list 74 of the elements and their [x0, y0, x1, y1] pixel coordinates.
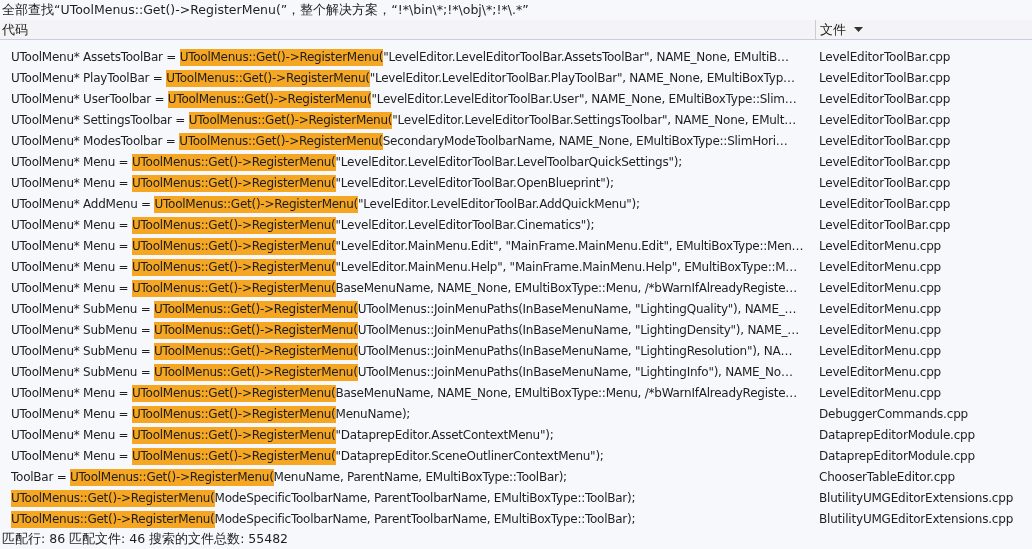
file-cell-text: DataprepEditorModule.cpp	[818, 448, 975, 463]
code-line: UToolMenu* Menu = UToolMenus::Get()->RegisterMenu("LevelEditor.LevelEditorToolBar.LevelToolbarQuickSettings");	[10, 154, 683, 169]
code-line: UToolMenus::Get()->RegisterMenu(ModeSpecificToolbarName, ParentToolbarName, EMultiBoxType::ToolBar);	[10, 490, 637, 505]
search-title: 全部查找“UToolMenus::Get()->RegisterMenu(”，整个解决方案，“!*\bin\*;!*\obj\*;!*\.*”	[1, 1, 530, 19]
code-line: UToolMenu* SubMenu = UToolMenus::Get()->RegisterMenu(UToolMenus::JoinMenuPaths(InBaseMenuName, "LightingQuality"), NAME_…	[10, 301, 798, 316]
file-cell-text: BlutilityUMGEditorExtensions.cpp	[818, 511, 1014, 526]
match-highlight: UToolMenus::Get()->RegisterMenu(	[70, 468, 274, 486]
match-highlight: UToolMenus::Get()->RegisterMenu(	[154, 363, 358, 381]
file-cell-text: LevelEditorMenu.cpp	[818, 280, 941, 295]
code-line: UToolMenu* AddMenu = UToolMenus::Get()->RegisterMenu("LevelEditor.LevelEditorToolBar.AddQuickMenu");	[10, 196, 641, 211]
code-line: UToolMenus::Get()->RegisterMenu(ModeSpecificToolbarName, ParentToolbarName, EMultiBoxType::ToolBar);	[10, 511, 637, 526]
file-cell-text: LevelEditorMenu.cpp	[818, 322, 941, 337]
file-cell-text: ChooserTableEditor.cpp	[818, 469, 955, 484]
match-highlight: UToolMenus::Get()->RegisterMenu(	[154, 195, 358, 213]
match-highlight: UToolMenus::Get()->RegisterMenu(	[154, 300, 358, 318]
file-cell-text: LevelEditorMenu.cpp	[818, 238, 941, 253]
match-highlight: UToolMenus::Get()->RegisterMenu(	[11, 489, 215, 507]
column-header[interactable]: 代码	[0, 20, 815, 39]
file-cell-text: LevelEditorToolBar.cpp	[818, 154, 951, 169]
file-cell-text: LevelEditorMenu.cpp	[818, 301, 941, 316]
code-line: UToolMenu* Menu = UToolMenus::Get()->RegisterMenu(BaseMenuName, NAME_None, EMultiBoxType::Menu, /*bWarnIfAlreadyRegiste…	[10, 280, 799, 295]
match-highlight: UToolMenus::Get()->RegisterMenu(	[132, 426, 336, 444]
code-line: UToolMenu* ModesToolbar = UToolMenus::Get()->RegisterMenu(SecondaryModeToolbarName, NAME_None, EMultiBoxType::SlimHori…	[10, 133, 789, 148]
code-line: UToolMenu* Menu = UToolMenus::Get()->RegisterMenu(BaseMenuName, NAME_None, EMultiBoxType::Menu, /*bWarnIfAlreadyRegiste…	[10, 385, 799, 400]
file-cell-text: LevelEditorMenu.cpp	[818, 385, 941, 400]
file-cell-text: LevelEditorToolBar.cpp	[818, 112, 951, 127]
match-highlight: UToolMenus::Get()->RegisterMenu(	[132, 216, 336, 234]
match-highlight: UToolMenus::Get()->RegisterMenu(	[132, 447, 336, 465]
match-highlight: UToolMenus::Get()->RegisterMenu(	[132, 174, 336, 192]
code-line: UToolMenu* PlayToolBar = UToolMenus::Get()->RegisterMenu("LevelEditor.LevelEditorToolBar.PlayToolBar", NAME_None, EMultiBoxTyp…	[10, 70, 796, 85]
file-cell-text: DataprepEditorModule.cpp	[818, 427, 975, 442]
match-highlight: UToolMenus::Get()->RegisterMenu(	[179, 48, 384, 66]
file-cell-text: LevelEditorMenu.cpp	[818, 259, 941, 274]
match-highlight: UToolMenus::Get()->RegisterMenu(	[188, 111, 393, 129]
code-line: UToolMenu* SubMenu = UToolMenus::Get()->RegisterMenu(UToolMenus::JoinMenuPaths(InBaseMenuName, "LightingInfo"), NAME_No…	[10, 364, 794, 379]
column-header[interactable]: 文件	[815, 20, 1032, 39]
status-text: 匹配行: 86 匹配文件: 46 搜索的文件总数: 55482	[0, 529, 1032, 549]
match-highlight: UToolMenus::Get()->RegisterMenu(	[132, 237, 336, 255]
match-highlight: UToolMenus::Get()->RegisterMenu(	[166, 69, 370, 87]
match-highlight: UToolMenus::Get()->RegisterMenu(	[167, 90, 372, 108]
code-line: UToolMenu* SubMenu = UToolMenus::Get()->RegisterMenu(UToolMenus::JoinMenuPaths(InBaseMenuName, "LightingDensity"), NAME_…	[10, 322, 800, 337]
file-cell-text: LevelEditorToolBar.cpp	[818, 49, 951, 64]
match-highlight: UToolMenus::Get()->RegisterMenu(	[154, 342, 358, 360]
file-cell-text: DebuggerCommands.cpp	[818, 406, 968, 421]
match-highlight: UToolMenus::Get()->RegisterMenu(	[132, 405, 336, 423]
match-highlight: UToolMenus::Get()->RegisterMenu(	[11, 510, 215, 528]
code-line: UToolMenu* Menu = UToolMenus::Get()->RegisterMenu("LevelEditor.LevelEditorToolBar.Cinematics");	[10, 217, 596, 232]
file-cell-text: LevelEditorToolBar.cpp	[818, 133, 951, 148]
code-line: UToolMenu* Menu = UToolMenus::Get()->RegisterMenu("LevelEditor.MainMenu.Help", "MainFrame.MainMenu.Help", EMultiBoxType::M…	[10, 259, 799, 274]
match-highlight: UToolMenus::Get()->RegisterMenu(	[132, 384, 336, 402]
code-line: UToolMenu* Menu = UToolMenus::Get()->RegisterMenu("LevelEditor.MainMenu.Edit", "MainFrame.MainMenu.Edit", EMultiBoxType::Men…	[10, 238, 805, 253]
file-cell-text: LevelEditorToolBar.cpp	[818, 70, 951, 85]
file-cell-text: LevelEditorToolBar.cpp	[818, 217, 951, 232]
code-line: UToolMenu* SettingsToolbar = UToolMenus::Get()->RegisterMenu("LevelEditor.LevelEditorToolBar.SettingsToolbar", NAME_None, EMult…	[10, 112, 797, 127]
file-cell-text: LevelEditorToolBar.cpp	[818, 91, 951, 106]
match-highlight: UToolMenus::Get()->RegisterMenu(	[132, 153, 336, 171]
code-line: UToolMenu* Menu = UToolMenus::Get()->RegisterMenu("LevelEditor.LevelEditorToolBar.OpenBlueprint");	[10, 175, 615, 190]
file-cell-text: LevelEditorMenu.cpp	[818, 343, 941, 358]
sort-descending-icon	[854, 27, 863, 32]
code-line: ToolBar = UToolMenus::Get()->RegisterMenu(MenuName, ParentName, EMultiBoxType::ToolBar);	[10, 469, 568, 484]
match-highlight: UToolMenus::Get()->RegisterMenu(	[154, 321, 358, 339]
code-line: UToolMenu* AssetsToolBar = UToolMenus::Get()->RegisterMenu("LevelEditor.LevelEditorToolBar.AssetsToolBar", NAME_None, EMultiB…	[10, 49, 790, 64]
code-line: UToolMenu* Menu = UToolMenus::Get()->RegisterMenu("DataprepEditor.SceneOutlinerContextMenu");	[10, 448, 605, 463]
file-cell-text: BlutilityUMGEditorExtensions.cpp	[818, 490, 1014, 505]
match-highlight: UToolMenus::Get()->RegisterMenu(	[179, 132, 383, 150]
file-cell-text: LevelEditorToolBar.cpp	[818, 175, 951, 190]
match-highlight: UToolMenus::Get()->RegisterMenu(	[132, 258, 336, 276]
match-highlight: UToolMenus::Get()->RegisterMenu(	[132, 279, 336, 297]
file-cell-text: LevelEditorToolBar.cpp	[818, 196, 951, 211]
file-cell-text: LevelEditorMenu.cpp	[818, 364, 941, 379]
code-line: UToolMenu* SubMenu = UToolMenus::Get()->RegisterMenu(UToolMenus::JoinMenuPaths(InBaseMenuName, "LightingResolution"), NA…	[10, 343, 794, 358]
code-line: UToolMenu* Menu = UToolMenus::Get()->RegisterMenu(MenuName);	[10, 406, 412, 421]
code-line: UToolMenu* UserToolbar = UToolMenus::Get()->RegisterMenu("LevelEditor.LevelEditorToolBar.User", NAME_None, EMultiBoxType::Slim…	[10, 91, 798, 106]
code-line: UToolMenu* Menu = UToolMenus::Get()->RegisterMenu("DataprepEditor.AssetContextMenu");	[10, 427, 555, 442]
